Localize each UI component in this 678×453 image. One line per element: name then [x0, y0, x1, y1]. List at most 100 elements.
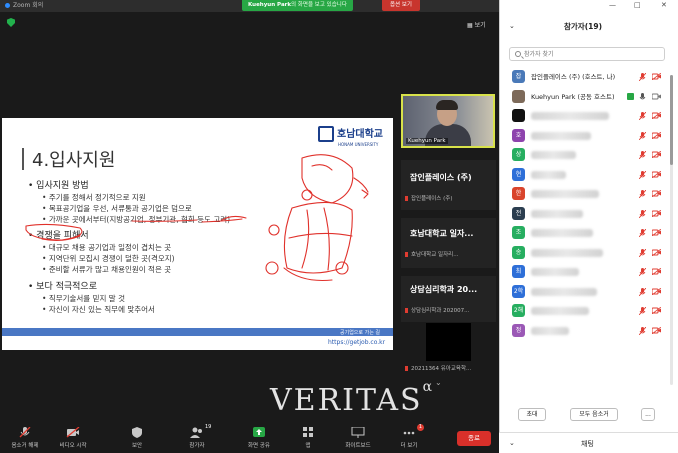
participants-button[interactable]: 19 참가자	[172, 422, 222, 449]
participants-icon	[190, 427, 202, 438]
participant-row[interactable]: 전	[509, 204, 669, 224]
speaker-video-tile[interactable]: Kuehyun Park	[401, 94, 495, 148]
chevron-down-icon[interactable]: ⌄	[509, 22, 515, 30]
participant-row[interactable]: 정	[509, 321, 669, 341]
tile-subname: 잡인플레이스 (주)	[405, 194, 495, 202]
video-off-icon	[652, 170, 661, 178]
window-title: Zoom 회의	[13, 2, 44, 9]
mic-muted-icon	[639, 190, 646, 198]
video-off-icon	[652, 287, 661, 295]
chevron-down-icon[interactable]: ⌄	[509, 439, 515, 447]
mic-muted-icon	[639, 287, 646, 296]
more-options-button[interactable]: ...	[641, 408, 655, 421]
participant-tile[interactable]: 호남대학교 일자... 호남대학교 일자리...	[401, 218, 496, 268]
participant-tile[interactable]: 상담심리학과 20... 상담심리학과 202007...	[401, 276, 496, 322]
chevron-down-icon[interactable]: ⌄	[435, 378, 442, 387]
avatar	[512, 109, 525, 122]
zoom-meeting-window: Zoom 회의 Kuehyun Park의 화면을 보고 있습니다 옵션 보기 …	[0, 0, 678, 453]
blurred-name	[531, 209, 583, 218]
speaker-name-label: Kuehyun Park	[406, 138, 448, 144]
ink-stroke	[323, 207, 330, 271]
maximize-icon[interactable]: □	[634, 1, 641, 9]
participant-tile[interactable]: 잡인플레이스 (주) 잡인플레이스 (주)	[401, 160, 496, 210]
watermark: VERITASα	[270, 379, 435, 418]
ink-stroke	[288, 232, 353, 239]
screen-share-banner: Kuehyun Park의 화면을 보고 있습니다	[242, 0, 353, 11]
mic-muted-icon	[639, 307, 646, 315]
participant-search[interactable]	[509, 47, 665, 61]
video-icon	[652, 93, 661, 99]
participant-row[interactable]: Kuehyun Park (공동 호스트)	[509, 87, 669, 107]
participant-row[interactable]: 송	[509, 243, 669, 263]
minimize-icon[interactable]: —	[609, 1, 616, 9]
sharing-screen-icon	[627, 92, 634, 100]
grid-icon: ▦	[467, 22, 475, 29]
video-off-icon	[652, 209, 661, 217]
participant-row[interactable]: 상	[509, 145, 669, 165]
video-off-icon	[652, 151, 661, 158]
security-button[interactable]: 보안	[112, 422, 162, 449]
participant-row[interactable]: 한	[509, 184, 669, 204]
participant-row[interactable]: 현	[509, 165, 669, 185]
video-off-icon	[652, 112, 661, 119]
participant-row[interactable]: 잡 잡인플레이스 (주) (호스트, 나)	[509, 67, 669, 87]
avatar: 호	[512, 128, 525, 142]
blurred-name	[531, 268, 579, 276]
blurred-name	[531, 229, 593, 237]
participant-row[interactable]: 2해	[509, 301, 669, 321]
participant-row[interactable]: 2학	[509, 282, 669, 302]
avatar	[512, 89, 525, 103]
tile-subname: 20211364 유아교육학...	[405, 364, 495, 372]
mic-muted-icon	[639, 326, 646, 335]
participants-count: 19	[205, 424, 212, 430]
tile-name: 잡인플레이스 (주)	[410, 173, 472, 182]
share-screen-button[interactable]: 화면 공유	[234, 422, 284, 449]
whiteboard-button[interactable]: 화이트보드	[333, 422, 383, 449]
tile-subname: 호남대학교 일자리...	[405, 250, 495, 258]
participant-row[interactable]	[509, 106, 669, 126]
end-meeting-button[interactable]: 종료	[457, 431, 491, 446]
video-off-icon	[652, 307, 661, 314]
video-off-icon	[652, 268, 661, 275]
view-button-label: 보기	[474, 22, 486, 29]
ink-circle-marker	[268, 224, 280, 236]
ink-shape	[301, 154, 354, 204]
participant-video-black[interactable]	[426, 323, 471, 361]
more-button[interactable]: 1 더 보기	[384, 422, 434, 449]
mute-all-button[interactable]: 모두 음소거	[570, 408, 618, 421]
invite-button[interactable]: 초대	[518, 408, 546, 421]
video-off-icon	[652, 248, 661, 256]
search-input[interactable]	[524, 48, 662, 60]
participant-row[interactable]: 호	[509, 126, 669, 146]
ink-circle-marker	[301, 189, 313, 201]
mic-muted-icon	[639, 170, 646, 179]
muted-mic-icon	[405, 366, 408, 371]
muted-mic-icon	[405, 252, 408, 257]
avatar: 현	[512, 167, 525, 181]
meeting-area: Zoom 회의 Kuehyun Park의 화면을 보고 있습니다 옵션 보기 …	[0, 0, 499, 453]
scrollbar-thumb[interactable]	[670, 75, 673, 165]
close-icon[interactable]: ✕	[661, 1, 667, 9]
apps-button[interactable]: 앱	[283, 422, 333, 449]
mic-muted-icon	[639, 209, 646, 218]
mic-muted-icon	[639, 268, 646, 276]
meeting-toolbar: 음소거 해제 비디오 시작 보안 19 참가자 화면 공유 앱 화이트보드 1 …	[0, 422, 499, 453]
avatar: 2해	[512, 304, 525, 317]
more-icon	[403, 431, 415, 435]
video-off-icon	[652, 73, 661, 80]
view-button[interactable]: ▦ 보기	[467, 20, 486, 29]
participant-row[interactable]: 최	[509, 262, 669, 282]
participant-row[interactable]: 조	[509, 223, 669, 243]
view-options-button[interactable]: 옵션 보기	[382, 0, 420, 11]
blurred-name	[531, 131, 591, 140]
participant-tile[interactable]: 20211364 유아교육학...	[401, 362, 496, 374]
blurred-name	[531, 112, 609, 120]
participant-name: 잡인플레이스 (주) (호스트, 나)	[531, 73, 616, 81]
panel-scrollbar[interactable]	[670, 75, 673, 385]
security-shield-icon[interactable]	[7, 18, 15, 27]
start-video-button[interactable]: 비디오 시작	[48, 422, 98, 449]
presenter-name: Kuehyun Park	[248, 2, 292, 8]
unmute-button[interactable]: 음소거 해제	[0, 422, 50, 449]
avatar: 한	[512, 187, 525, 200]
tile-name: 호남대학교 일자...	[410, 229, 474, 238]
